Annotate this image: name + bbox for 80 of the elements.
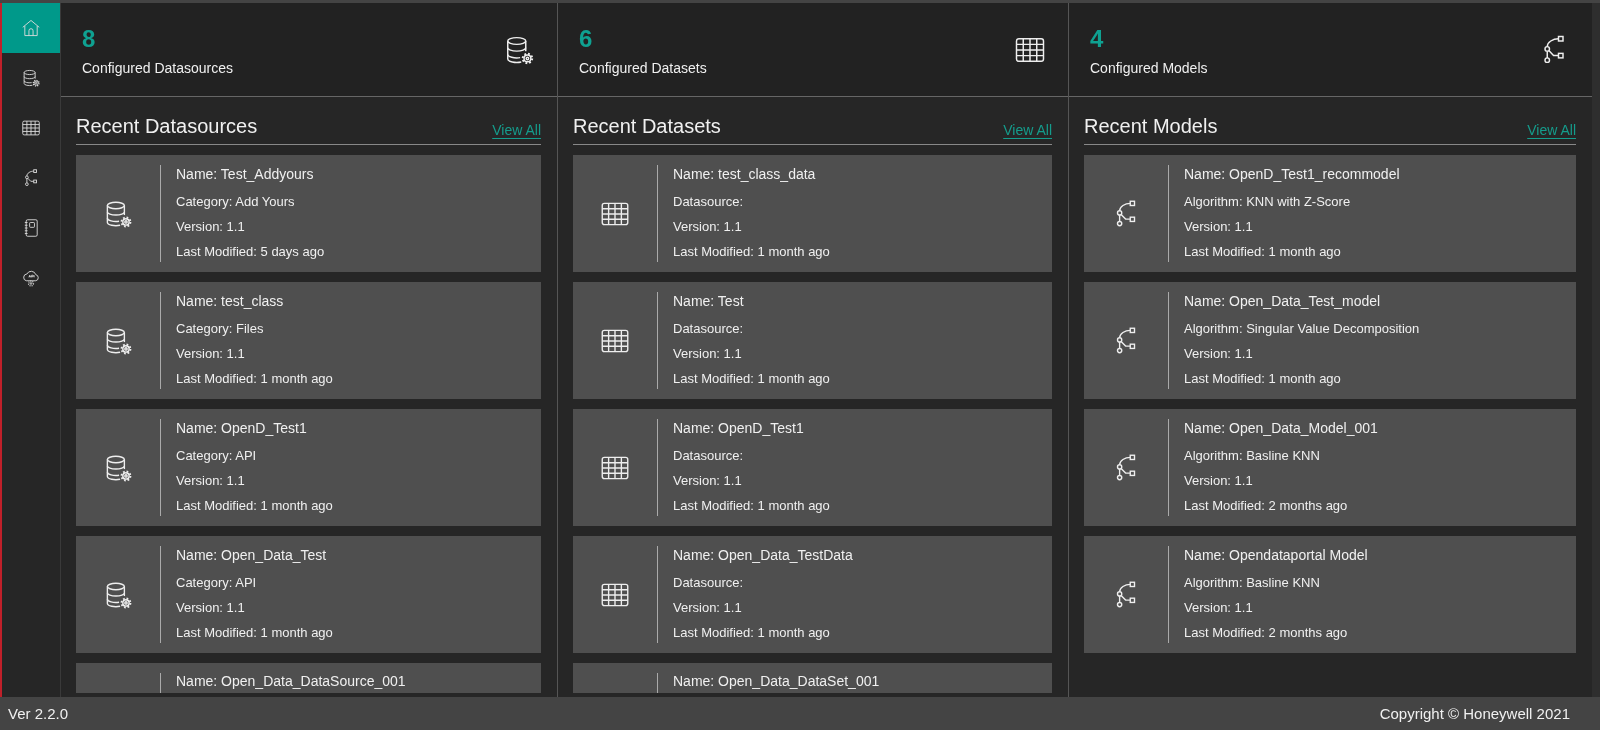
card-text: Version: 1.1 [176, 471, 246, 490]
item-card[interactable]: Name: Open_Data_DataSet_001 [573, 663, 1052, 693]
stat-label: Configured Models [1090, 59, 1208, 76]
card-text: Category: API [176, 573, 258, 592]
view-all-link[interactable]: View All [1527, 122, 1576, 138]
copyright-text: Copyright © Honeywell 2021 [1379, 705, 1570, 722]
stat-label: Configured Datasets [579, 59, 707, 76]
version-text: Ver 2.2.0 [8, 705, 69, 722]
item-card[interactable]: Name: Test Datasource: Version: 1.1 Last Modified: 1 month ago [573, 282, 1052, 399]
card-text: Category: Add Yours [176, 192, 296, 211]
card-text: Name: OpenD_Test1 [673, 418, 805, 438]
card-text: Name: test_class_data [673, 164, 817, 184]
card-text: Version: 1.1 [1184, 598, 1254, 617]
card-text: Last Modified: 1 month ago [176, 623, 333, 642]
card-text: Last Modified: 2 months ago [1184, 623, 1349, 642]
card-text: Name: Test_Addyours [176, 164, 315, 184]
card-text: Name: Open_Data_Test [176, 545, 328, 565]
card-text: Version: 1.1 [176, 217, 246, 236]
card-text: Algorithm: Singular Value Decomposition [1184, 319, 1420, 338]
card-text: Last Modified: 2 months ago [1184, 496, 1349, 515]
card-text: Last Modified: 1 month ago [673, 242, 830, 261]
card-text: Version: 1.1 [673, 471, 743, 490]
card-text: Name: Open_Data_TestData [673, 545, 853, 565]
card-text: Algorithm: Basline KNN [1184, 573, 1321, 592]
card-text: Version: 1.1 [673, 344, 743, 363]
count-number: 6 [579, 23, 594, 54]
item-card[interactable]: Name: Open_Data_DataSource_001 [76, 663, 541, 693]
item-card[interactable]: Name: Open_Data_TestData Datasource: Version: 1.1 Last Modified: 1 month ago [573, 536, 1052, 653]
card-text: Name: test_class [176, 291, 285, 311]
card-text: Last Modified: 1 month ago [673, 496, 830, 515]
item-card[interactable]: Name: Test_Addyours Category: Add Yours Version: 1.1 Last Modified: 5 days ago [76, 155, 541, 272]
view-all-link[interactable]: View All [492, 122, 541, 138]
card-text: Version: 1.1 [1184, 344, 1254, 363]
card-text: Name: Open_Data_DataSource_001 [176, 672, 406, 691]
card-text: Name: Open_Data_Test_model [1184, 291, 1382, 311]
card-text: Version: 1.1 [673, 217, 743, 236]
card-text: Algorithm: Basline KNN [1184, 446, 1321, 465]
card-text: Category: API [176, 446, 258, 465]
card-text: Last Modified: 1 month ago [1184, 369, 1342, 388]
item-card[interactable]: Name: OpenD_Test1_recommodel Algorithm: KNN with Z-Score Version: 1.1 Last Modified: 1 month ago [1084, 155, 1576, 272]
item-card[interactable]: Name: Open_Data_Model_001 Algorithm: Basline KNN Version: 1.1 Last Modified: 2 months ago [1084, 409, 1576, 526]
card-text: Name: Open_Data_Model_001 [1184, 418, 1378, 438]
card-text: Name: OpenD_Test1_recommodel [1184, 164, 1400, 184]
card-text: Last Modified: 1 month ago [176, 496, 333, 515]
card-text: Name: OpenD_Test1 [176, 418, 308, 438]
card-text: Name: Opendataportal Model [1184, 545, 1368, 565]
card-text: Datasource: [673, 573, 745, 592]
card-text: Version: 1.1 [176, 598, 246, 617]
card-text: Version: 1.1 [673, 598, 743, 617]
card-text: Datasource: [673, 319, 745, 338]
card-text: Version: 1.1 [1184, 217, 1254, 236]
card-text: Version: 1.1 [1184, 471, 1254, 490]
stat-label: Configured Datasources [82, 59, 233, 76]
card-text: Last Modified: 1 month ago [1184, 242, 1342, 261]
item-card[interactable]: Name: Open_Data_Test_model Algorithm: Singular Value Decomposition Version: 1.1 Last Modified: 1 month ago [1084, 282, 1576, 399]
item-card[interactable]: Name: OpenD_Test1 Datasource: Version: 1.1 Last Modified: 1 month ago [573, 409, 1052, 526]
card-text: Datasource: [673, 446, 745, 465]
section-title: Recent Models [1084, 115, 1218, 138]
card-text: Category: Files [176, 319, 265, 338]
card-text: Name: Open_Data_DataSet_001 [673, 672, 880, 691]
section-title: Recent Datasources [76, 115, 258, 138]
section-title: Recent Datasets [573, 115, 721, 138]
card-text: Last Modified: 1 month ago [176, 369, 333, 388]
card-text: Datasource: [673, 192, 745, 211]
item-card[interactable]: Name: test_class_data Datasource: Version: 1.1 Last Modified: 1 month ago [573, 155, 1052, 272]
card-text: Version: 1.1 [176, 344, 246, 363]
card-text: Algorithm: KNN with Z-Score [1184, 192, 1352, 211]
card-text: Last Modified: 1 month ago [673, 369, 830, 388]
count-number: 4 [1090, 23, 1105, 54]
item-card[interactable]: Name: test_class Category: Files Version: 1.1 Last Modified: 1 month ago [76, 282, 541, 399]
item-card[interactable]: Name: OpenD_Test1 Category: API Version: 1.1 Last Modified: 1 month ago [76, 409, 541, 526]
view-all-link[interactable]: View All [1003, 122, 1052, 138]
table-grid-icon[interactable] [20, 117, 42, 139]
card-text: Last Modified: 5 days ago [176, 242, 325, 261]
count-number: 8 [82, 23, 97, 54]
item-card[interactable]: Name: Opendataportal Model Algorithm: Basline KNN Version: 1.1 Last Modified: 2 months ago [1084, 536, 1576, 653]
card-text: Name: Test [673, 291, 745, 311]
card-text: Last Modified: 1 month ago [673, 623, 831, 642]
item-card[interactable]: Name: Open_Data_Test Category: API Version: 1.1 Last Modified: 1 month ago [76, 536, 541, 653]
database-gear-icon[interactable] [20, 67, 42, 89]
